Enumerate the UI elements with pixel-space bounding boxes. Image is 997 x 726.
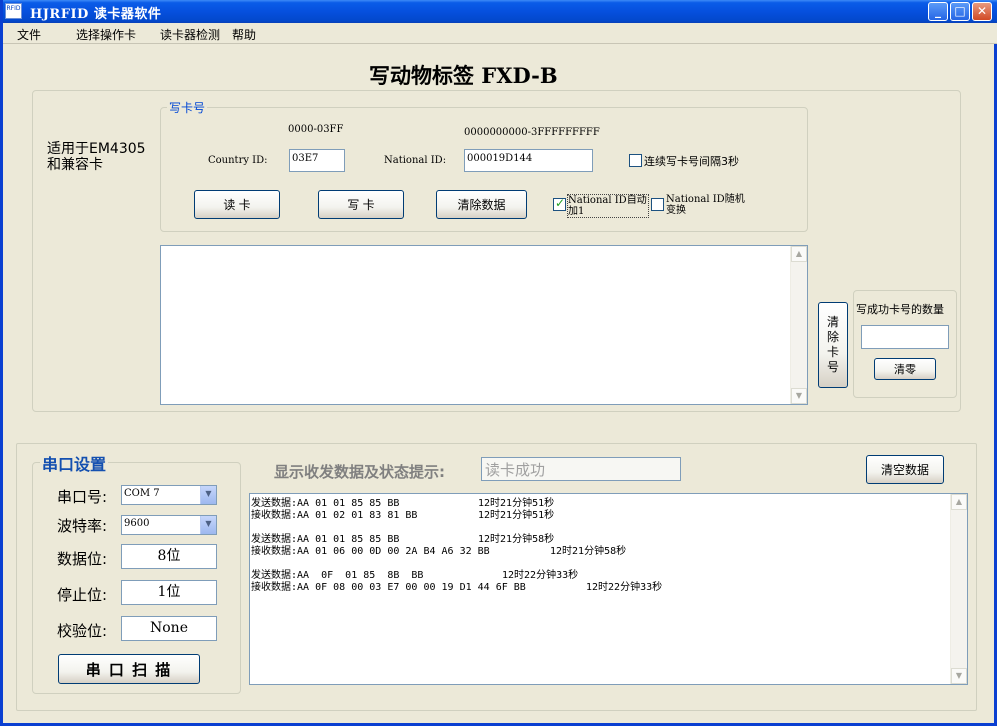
clear-log-button[interactable]: 清空数据 [866,455,944,484]
menu-select-card[interactable]: 选择操作卡 [76,26,136,43]
card-number-scrollbar[interactable]: ▲ ▼ [790,246,807,404]
success-count-label: 写成功卡号的数量 [856,303,944,316]
serial-scan-button[interactable]: 串 口 扫 描 [58,654,200,684]
auto-increment-checkbox[interactable] [553,196,566,211]
country-id-input[interactable]: 03E7 [289,149,345,172]
port-value: COM 7 [124,488,160,499]
country-id-label: Country ID: [208,155,268,166]
log-scrollbar[interactable]: ▲ ▼ [950,494,967,684]
databits-label: 数据位: [57,550,108,568]
write-card-legend: 写卡号 [167,99,208,116]
parity-field[interactable]: None [121,616,217,641]
rfid-app-icon: RFID [5,3,22,19]
menu-bar: 文件 选择操作卡 读卡器检测 帮助 [3,23,997,44]
log-time: 12时22分钟33秒 [586,582,663,593]
read-card-button[interactable]: 读 卡 [194,190,280,219]
log-line: 接收数据:AA 01 02 01 83 81 BB [251,510,418,521]
random-label: National ID随机变换 [666,194,745,216]
reset-count-button[interactable]: 清零 [874,358,936,380]
national-id-label: National ID: [384,155,447,166]
scroll-up-icon[interactable]: ▲ [791,246,807,262]
stopbits-label: 停止位: [57,586,108,604]
success-count-field[interactable] [861,325,949,349]
log-line: 接收数据:AA 0F 08 00 03 E7 00 00 19 D1 44 6F… [251,582,526,593]
baud-value: 9600 [124,518,150,529]
national-range-label: 0000000000-3FFFFFFFFF [464,127,600,138]
log-scroll-up-icon[interactable]: ▲ [951,494,967,510]
menu-reader-check[interactable]: 读卡器检测 [160,26,220,43]
continuous-write-label: 连续写卡号间隔3秒 [644,155,739,168]
log-line: 接收数据:AA 01 06 00 0D 00 2A B4 A6 32 BB [251,546,490,557]
log-scroll-down-icon[interactable]: ▼ [951,668,967,684]
continuous-write-checkbox[interactable] [629,154,642,167]
country-range-label: 0000-03FF [288,124,344,135]
menu-help[interactable]: 帮助 [232,26,256,43]
scroll-down-icon[interactable]: ▼ [791,388,807,404]
window-title: HJRFID 读卡器软件 [30,7,162,22]
menu-file[interactable]: 文件 [17,26,41,43]
title-bar[interactable]: RFID HJRFID 读卡器软件 _ □ ✕ [3,0,997,23]
national-id-input[interactable]: 000019D144 [464,149,593,172]
clear-card-number-button[interactable]: 清除卡号 [818,302,848,388]
card-number-textarea[interactable]: ▲ ▼ [160,245,808,405]
compat-label: 适用于EM4305和兼容卡 [47,141,146,173]
random-checkbox[interactable] [651,198,664,211]
baud-select[interactable]: 9600 ▼ [121,515,217,535]
log-time: 12时21分钟51秒 [478,510,555,521]
port-label: 串口号: [57,488,108,506]
parity-label: 校验位: [57,622,108,640]
page-title: 写动物标签 FXD-B [369,63,558,88]
status-label: 显示收发数据及状态提示: [274,463,445,481]
serial-settings-legend: 串口设置 [40,451,109,475]
app-window: RFID HJRFID 读卡器软件 _ □ ✕ 文件 选择操作卡 读卡器检测 帮… [0,0,997,726]
minimize-button[interactable]: _ [928,2,948,21]
clear-data-button[interactable]: 清除数据 [436,190,527,219]
baud-dropdown-icon[interactable]: ▼ [200,516,216,534]
databits-field[interactable]: 8位 [121,544,217,569]
log-textarea[interactable]: 发送数据:AA 01 01 85 85 BB 12时21分钟51秒 接收数据:A… [249,493,968,685]
stopbits-field[interactable]: 1位 [121,580,217,605]
maximize-button[interactable]: □ [950,2,970,21]
baud-label: 波特率: [57,517,108,535]
write-card-button[interactable]: 写 卡 [318,190,404,219]
port-select[interactable]: COM 7 ▼ [121,485,217,505]
port-dropdown-icon[interactable]: ▼ [200,486,216,504]
status-field: 读卡成功 [481,457,681,481]
auto-increment-label: National ID自动加1 [567,194,649,218]
log-time: 12时21分钟58秒 [550,546,627,557]
close-button[interactable]: ✕ [972,2,992,21]
